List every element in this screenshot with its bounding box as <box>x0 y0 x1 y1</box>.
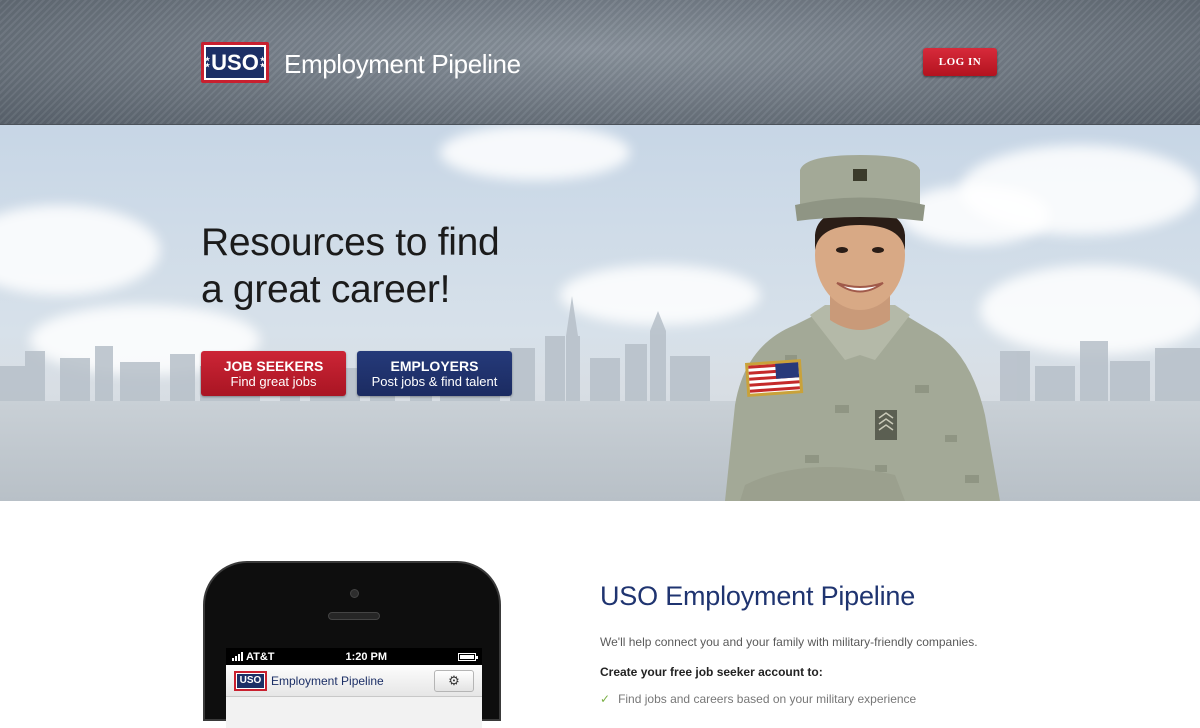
clock-label: 1:20 PM <box>345 650 388 663</box>
cloud <box>0 205 160 295</box>
login-button[interactable]: LOG IN <box>923 48 997 76</box>
star-icon: ★ ★ <box>204 56 211 69</box>
battery-icon <box>458 652 478 661</box>
employers-subtitle: Post jobs & find talent <box>371 373 498 389</box>
river-water <box>0 401 1200 501</box>
phone-screen: AT&T 1:20 PM USO Employment Pipeline ⚙ <box>226 648 482 728</box>
employers-title: EMPLOYERS <box>390 357 479 374</box>
star-icon: ★ ★ <box>259 56 266 69</box>
uso-logo[interactable]: ★ ★ USO ★ ★ <box>201 42 269 83</box>
app-title: Employment Pipeline <box>271 673 384 688</box>
benefits-list: Find jobs and careers based on your mili… <box>618 692 916 706</box>
soldier-photo <box>725 155 1000 501</box>
settings-button[interactable]: ⚙ <box>434 670 474 692</box>
uso-mini-logo: USO <box>234 670 267 691</box>
speaker-grille <box>328 612 380 620</box>
carrier-label: AT&T <box>246 650 275 663</box>
cloud <box>440 125 630 180</box>
site-header: ★ ★ USO ★ ★ Employment Pipeline LOG IN <box>0 0 1200 125</box>
list-item: Find jobs and careers based on your mili… <box>618 692 916 706</box>
app-bar: USO Employment Pipeline ⚙ <box>226 665 482 697</box>
section-subheading: Create your free job seeker account to: <box>600 665 823 679</box>
signal-icon <box>232 652 243 661</box>
logo-text: USO <box>211 49 259 75</box>
job-seekers-subtitle: Find great jobs <box>230 373 317 389</box>
job-seekers-button[interactable]: JOB SEEKERS Find great jobs <box>201 351 346 396</box>
section-title: USO Employment Pipeline <box>600 581 916 611</box>
hero-headline: Resources to find a great career! <box>201 221 500 311</box>
flag-patch-icon <box>745 359 804 397</box>
gear-icon: ⚙ <box>448 673 460 688</box>
status-bar: AT&T 1:20 PM <box>226 648 482 665</box>
job-seekers-title: JOB SEEKERS <box>223 357 324 374</box>
section-lead: We'll help connect you and your family w… <box>600 635 978 649</box>
employers-button[interactable]: EMPLOYERS Post jobs & find talent <box>357 351 512 396</box>
brand-title[interactable]: Employment Pipeline <box>284 49 521 80</box>
phone-mockup: AT&T 1:20 PM USO Employment Pipeline ⚙ <box>203 561 501 728</box>
camera-icon <box>350 589 359 598</box>
hero-banner: Resources to find a great career! JOB SE… <box>0 125 1200 501</box>
